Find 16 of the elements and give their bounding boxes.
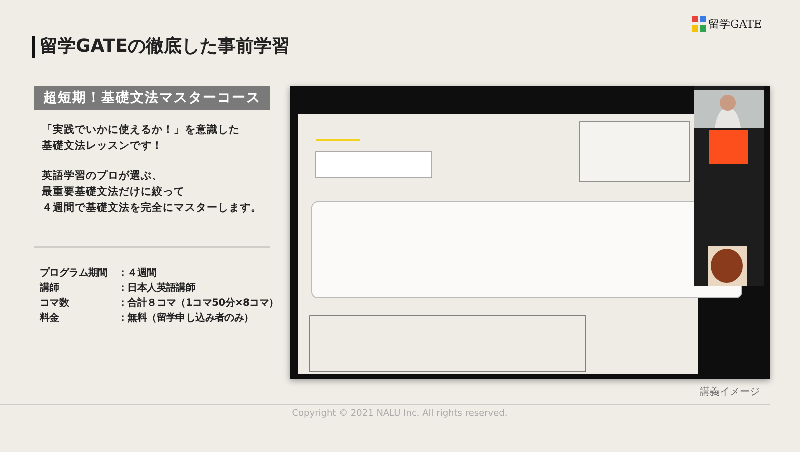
- info-label: コマ数: [40, 296, 70, 311]
- info-value: ：日本人英語講師: [118, 282, 197, 296]
- description-paragraph: 英語学習のプロが選ぶ、 最重要基礎文法だけに絞って ４週間で基礎文法を完全にマスターします。: [42, 169, 263, 216]
- logo-icon: [692, 16, 706, 32]
- info-value: ：合計８コマ（1コマ50分×8コマ）: [118, 296, 279, 311]
- course-title-banner: 超短期！基礎文法マスターコース: [34, 86, 270, 110]
- picture-caption: 講義イメージ: [700, 386, 760, 399]
- description-paragraph: 「実践でいかに使えるか！」を意識した 基礎文法レッスンです！: [42, 123, 241, 154]
- info-label: 講師: [40, 282, 60, 296]
- info-value: ：無料（留学申し込み者のみ）: [118, 312, 255, 326]
- logo-text: 留学GATE: [708, 16, 762, 32]
- info-label: プログラム期間: [40, 266, 109, 281]
- page-title: 留学GATEの徹底した事前学習: [32, 36, 290, 58]
- copyright-text: Copyright © 2021 NALU Inc. All rights reserved.: [292, 409, 508, 419]
- info-value: ：４週間: [118, 266, 158, 281]
- info-label: 料金: [40, 312, 60, 326]
